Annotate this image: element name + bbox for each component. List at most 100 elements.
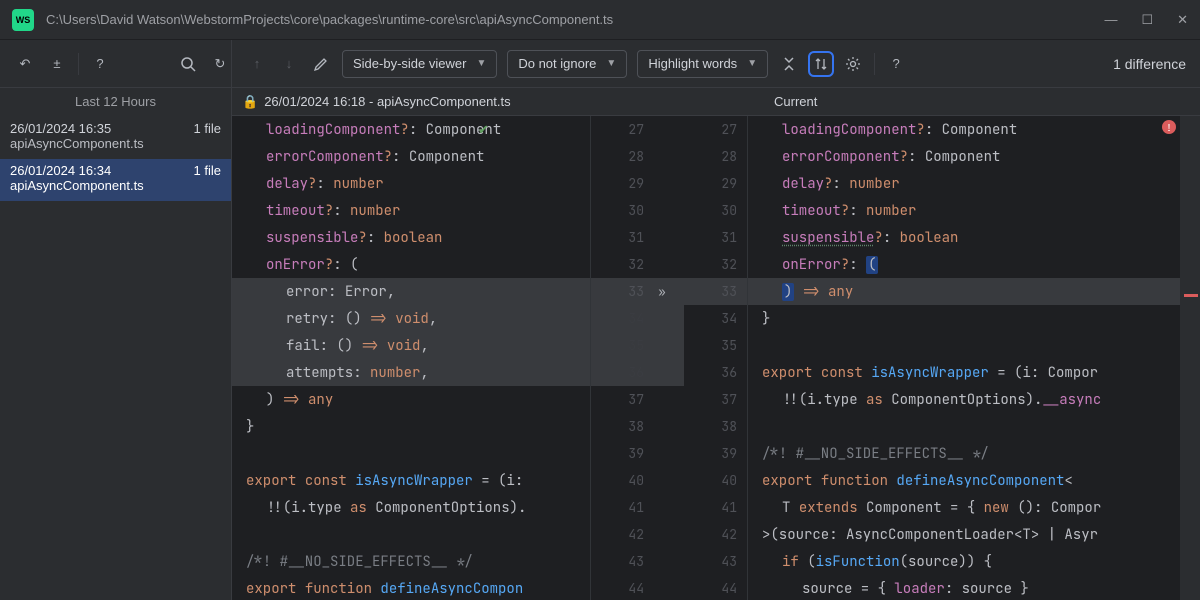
settings-icon[interactable] bbox=[842, 53, 864, 75]
chevron-down-icon: ▼ bbox=[747, 58, 757, 69]
code-line: source = { loader: source } bbox=[748, 575, 1180, 600]
code-line: ) => any bbox=[748, 278, 1180, 305]
code-line: export const isAsyncWrapper = (i: bbox=[232, 467, 590, 494]
code-line: attempts: number, bbox=[232, 359, 590, 386]
gutter-line: 29 bbox=[591, 170, 654, 197]
error-marker[interactable] bbox=[1184, 294, 1198, 297]
gutter-line: 38 bbox=[591, 413, 654, 440]
gutter-line: 44 bbox=[684, 575, 747, 600]
prev-diff-icon[interactable]: ↑ bbox=[246, 53, 268, 75]
mid-gutter-cell bbox=[654, 143, 684, 170]
gutter-line: 42 bbox=[591, 521, 654, 548]
code-line: /*! #__NO_SIDE_EFFECTS__ */ bbox=[748, 440, 1180, 467]
code-line: >(source: AsyncComponentLoader<T> | Asyr bbox=[748, 521, 1180, 548]
mid-gutter-cell bbox=[654, 386, 684, 413]
gutter-line: 36 bbox=[684, 359, 747, 386]
gutter-line: 34 bbox=[684, 305, 747, 332]
search-icon[interactable] bbox=[177, 53, 199, 75]
titlebar: WS C:\Users\David Watson\WebstormProject… bbox=[0, 0, 1200, 40]
code-line: suspensible?: boolean bbox=[748, 224, 1180, 251]
mid-gutter-cell[interactable]: » bbox=[654, 278, 684, 305]
mid-gutter-cell bbox=[654, 575, 684, 600]
mid-gutter-cell bbox=[654, 332, 684, 359]
code-line bbox=[232, 521, 590, 548]
gutter-line: 33 bbox=[684, 278, 747, 305]
diff-icon[interactable]: ± bbox=[46, 53, 68, 75]
diff-panes: ✔ loadingComponent?: ComponenterrorCompo… bbox=[232, 116, 1200, 600]
error-stripe[interactable] bbox=[1180, 116, 1200, 600]
gutter-line: 30 bbox=[591, 197, 654, 224]
help-icon[interactable]: ? bbox=[89, 53, 111, 75]
gutter-line: 32 bbox=[591, 251, 654, 278]
collapse-icon[interactable] bbox=[778, 53, 800, 75]
code-line: if (isFunction(source)) { bbox=[748, 548, 1180, 575]
mid-gutter-cell bbox=[654, 548, 684, 575]
mid-gutter-cell bbox=[654, 224, 684, 251]
revision-item[interactable]: 26/01/2024 16:341 fileapiAsyncComponent.… bbox=[0, 159, 231, 201]
mid-gutter-cell bbox=[654, 305, 684, 332]
code-line: error: Error, bbox=[232, 278, 590, 305]
gutter-line: 35 bbox=[684, 332, 747, 359]
gutter-line: 31 bbox=[684, 224, 747, 251]
code-line: onError?: ( bbox=[232, 251, 590, 278]
gutter-line: 31 bbox=[591, 224, 654, 251]
gutter-line: 27 bbox=[591, 116, 654, 143]
highlight-mode-dropdown[interactable]: Highlight words ▼ bbox=[637, 50, 768, 78]
chevron-down-icon: ▼ bbox=[476, 58, 486, 69]
refresh-icon[interactable]: ↻ bbox=[209, 53, 231, 75]
viewer-mode-dropdown[interactable]: Side-by-side viewer ▼ bbox=[342, 50, 497, 78]
code-line: loadingComponent?: Component bbox=[232, 116, 590, 143]
minimize-icon[interactable]: — bbox=[1104, 12, 1117, 28]
right-code-pane[interactable]: ! loadingComponent?: ComponenterrorCompo… bbox=[748, 116, 1180, 600]
gutter-line: 43 bbox=[684, 548, 747, 575]
code-line bbox=[748, 413, 1180, 440]
code-line: T extends Component = { new (): Compor bbox=[748, 494, 1180, 521]
sync-scroll-icon[interactable] bbox=[810, 53, 832, 75]
gutter-line: 27 bbox=[684, 116, 747, 143]
code-line: suspensible?: boolean bbox=[232, 224, 590, 251]
ignore-mode-dropdown[interactable]: Do not ignore ▼ bbox=[507, 50, 627, 78]
diff-count: 1 difference bbox=[1113, 56, 1186, 72]
mid-gutter-cell bbox=[654, 116, 684, 143]
edit-icon[interactable] bbox=[310, 53, 332, 75]
gutter-line: 41 bbox=[591, 494, 654, 521]
code-line bbox=[748, 332, 1180, 359]
gutter-line: 42 bbox=[684, 521, 747, 548]
ignore-mode-label: Do not ignore bbox=[518, 56, 596, 71]
code-line: export function defineAsyncComponent< bbox=[748, 467, 1180, 494]
mid-gutter-cell bbox=[654, 359, 684, 386]
code-line: export const isAsyncWrapper = (i: Compor bbox=[748, 359, 1180, 386]
code-line: timeout?: number bbox=[232, 197, 590, 224]
left-code-pane[interactable]: loadingComponent?: ComponenterrorCompone… bbox=[232, 116, 590, 600]
gutter-line: 39 bbox=[591, 440, 654, 467]
gutter-line: 34 bbox=[591, 305, 654, 332]
mid-gutter-cell bbox=[654, 494, 684, 521]
revision-item[interactable]: 26/01/2024 16:351 fileapiAsyncComponent.… bbox=[0, 117, 231, 159]
next-diff-icon[interactable]: ↓ bbox=[278, 53, 300, 75]
code-line: delay?: number bbox=[232, 170, 590, 197]
code-line: delay?: number bbox=[748, 170, 1180, 197]
highlight-mode-label: Highlight words bbox=[648, 56, 737, 71]
right-gutter: 272829303132333435363738394041424344 bbox=[684, 116, 748, 600]
code-line: } bbox=[748, 305, 1180, 332]
gutter-line: 41 bbox=[684, 494, 747, 521]
gutter-line: 35 bbox=[591, 332, 654, 359]
gutter-line: 39 bbox=[684, 440, 747, 467]
help-icon[interactable]: ? bbox=[885, 53, 907, 75]
gutter-line: 37 bbox=[684, 386, 747, 413]
gutter-line: 30 bbox=[684, 197, 747, 224]
error-badge-icon[interactable]: ! bbox=[1162, 120, 1176, 134]
app-icon: WS bbox=[12, 9, 34, 31]
apply-chunk-icon: » bbox=[658, 284, 669, 300]
chevron-down-icon: ▼ bbox=[606, 58, 616, 69]
gutter-line: 37 bbox=[591, 386, 654, 413]
gutter-line: 40 bbox=[684, 467, 747, 494]
history-toolbar: ↶ ± ? ↻ bbox=[0, 40, 232, 87]
maximize-icon[interactable]: ☐ bbox=[1141, 12, 1153, 28]
gutter-line: 44 bbox=[591, 575, 654, 600]
code-line: fail: () => void, bbox=[232, 332, 590, 359]
body: Last 12 Hours 26/01/2024 16:351 fileapiA… bbox=[0, 88, 1200, 600]
mid-gutter-cell bbox=[654, 521, 684, 548]
close-icon[interactable]: ✕ bbox=[1177, 12, 1188, 28]
undo-icon[interactable]: ↶ bbox=[14, 53, 36, 75]
